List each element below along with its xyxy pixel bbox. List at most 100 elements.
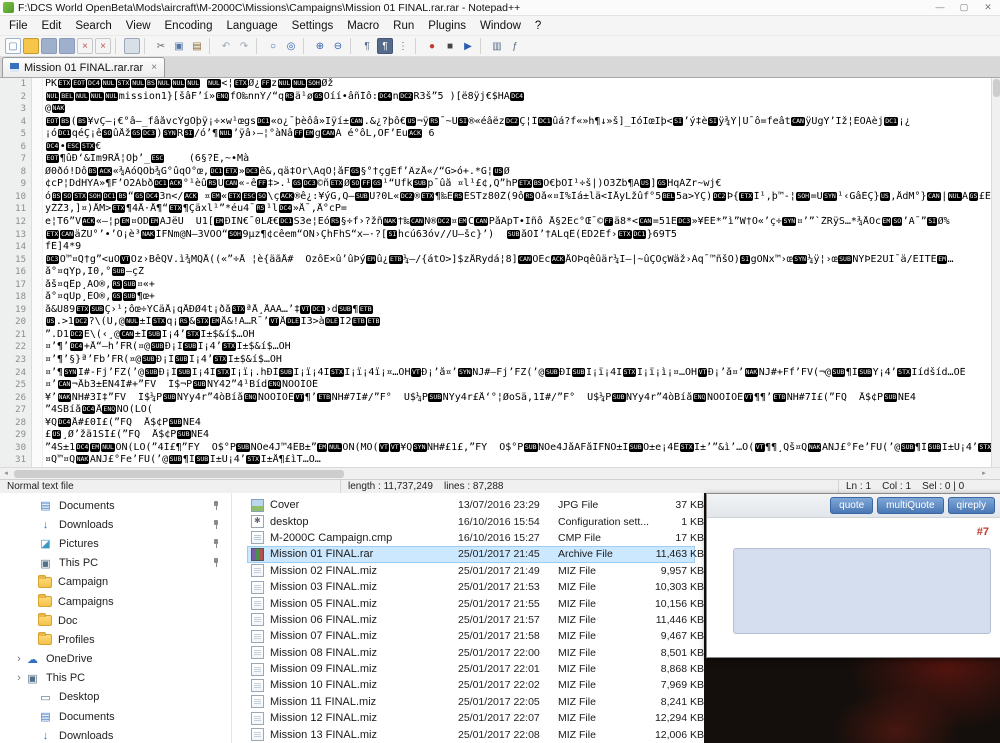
find-button[interactable]: ○ <box>265 38 281 54</box>
document-map-button[interactable]: ▥ <box>489 38 505 54</box>
sidebar-item-this-pc[interactable]: › ▣ This PC <box>0 669 231 688</box>
sidebar-item-doc[interactable]: Doc <box>0 611 231 630</box>
file-row-cover[interactable]: Cover 13/07/2016 23:29 JPG File 37 KB <box>247 497 704 513</box>
control-char-dc1: DC1 <box>884 116 898 126</box>
control-char-us: US <box>45 317 56 327</box>
file-row-mission-09-final-miz[interactable]: Mission 09 FINAL.miz 25/01/2017 22:01 MIZ … <box>247 661 704 677</box>
indent-guide-button[interactable]: ⋮ <box>395 38 411 54</box>
file-row-mission-11-final-miz[interactable]: Mission 11 FINAL.miz 25/01/2017 22:05 MIZ … <box>247 694 704 710</box>
close-window-button[interactable]: ✕ <box>976 0 1000 15</box>
open-folder-button[interactable] <box>23 38 39 54</box>
sidebar-item-profiles[interactable]: Profiles <box>0 630 231 649</box>
control-char-dc1: DC1 <box>102 191 117 201</box>
zoom-in-button[interactable]: ⊕ <box>312 38 328 54</box>
control-char-dc1: DC1 <box>209 166 224 176</box>
sidebar-item-documents[interactable]: ▤ Documents <box>0 496 231 515</box>
control-char-rs: RS <box>111 279 122 289</box>
sidebar-item-desktop[interactable]: ▭ Desktop <box>0 688 231 707</box>
save-button[interactable] <box>41 38 57 54</box>
window-title: F:\DCS World OpenBeta\Mods\aircraft\M-20… <box>18 1 521 14</box>
file-row-mission-07-final-miz[interactable]: Mission 07 FINAL.miz 25/01/2017 21:58 MIZ … <box>247 628 704 644</box>
copy-button[interactable]: ▣ <box>171 38 187 54</box>
menu-encoding[interactable]: Encoding <box>158 17 220 35</box>
sidebar-item-downloads[interactable]: ↓ Downloads <box>0 726 231 743</box>
minimize-button[interactable]: — <box>928 0 952 15</box>
replace-button[interactable]: ◎ <box>283 38 299 54</box>
editor-lines[interactable]: 1 PK ETX EOT DC4 NUL STX NUL BS NUL NUL NUL NUL <¦ ET… <box>0 78 991 467</box>
qireply-button[interactable]: qireply <box>947 497 995 514</box>
menu-window[interactable]: Window <box>473 17 528 35</box>
file-row-mission-12-final-miz[interactable]: Mission 12 FINAL.miz 25/01/2017 22:07 MIZ … <box>247 710 704 726</box>
vertical-scrollbar-thumb[interactable] <box>993 79 1000 97</box>
quote-button[interactable]: quote <box>830 497 874 514</box>
chevron-icon[interactable]: › <box>13 653 25 665</box>
menu-language[interactable]: Language <box>219 17 284 35</box>
tab-mission-01-final[interactable]: Mission 01 FINAL.rar.rar × <box>2 57 166 77</box>
close-all-button[interactable]: × <box>95 38 111 54</box>
control-char-nul: NUL <box>101 79 116 88</box>
sidebar-item-documents[interactable]: ▤ Documents <box>0 707 231 726</box>
control-char-stx: STX <box>186 329 200 339</box>
sidebar-item-label: Downloads <box>59 729 114 742</box>
file-row-m-2000c-campaign-cmp[interactable]: M-2000C Campaign.cmp 16/10/2016 15:27 CMP … <box>247 530 704 546</box>
control-char-vt: VT <box>697 367 708 377</box>
control-char-dc2: DC2 <box>436 217 451 227</box>
control-char-us: US <box>406 116 417 126</box>
close-tab-icon[interactable]: × <box>151 62 157 73</box>
menu-run[interactable]: Run <box>386 17 421 35</box>
menu-search[interactable]: Search <box>68 17 118 35</box>
control-char-stx: STX <box>81 141 95 151</box>
file-row-mission-13-final-miz[interactable]: Mission 13 FINAL.miz 25/01/2017 22:08 MIZ … <box>247 726 704 742</box>
file-row-mission-01-final-rar[interactable]: Mission 01 FINAL.rar 25/01/2017 21:45 Arch… <box>247 546 704 563</box>
show-all-characters-button[interactable]: ¶ <box>377 38 393 54</box>
line-number: 29 <box>0 429 32 442</box>
menu-settings[interactable]: Settings <box>285 17 341 35</box>
control-char-dle: DLE <box>286 317 301 327</box>
function-list-button[interactable]: ƒ <box>507 38 523 54</box>
fold-margin <box>32 291 43 304</box>
file-row-mission-03-final-miz[interactable]: Mission 03 FINAL.miz 25/01/2017 21:53 MIZ … <box>247 579 704 595</box>
zoom-out-button[interactable]: ⊖ <box>330 38 346 54</box>
file-row-mission-06-final-miz[interactable]: Mission 06 FINAL.miz 25/01/2017 21:57 MIZ … <box>247 612 704 628</box>
file-row-mission-10-final-miz[interactable]: Mission 10 FINAL.miz 25/01/2017 22:02 MIZ … <box>247 677 704 693</box>
file-row-mission-05-final-miz[interactable]: Mission 05 FINAL.miz 25/01/2017 21:55 MIZ … <box>247 595 704 611</box>
file-row-mission-08-final-miz[interactable]: Mission 08 FINAL.miz 25/01/2017 22:00 MIZ … <box>247 645 704 661</box>
close-file-button[interactable]: × <box>77 38 93 54</box>
sidebar-item-pictures[interactable]: ◪ Pictures <box>0 534 231 553</box>
file-row-desktop[interactable]: desktop 16/10/2016 15:54 Configuration set… <box>247 513 704 529</box>
menu-macro[interactable]: Macro <box>340 17 386 35</box>
stop-macro-button[interactable]: ■ <box>442 38 458 54</box>
sidebar-item-campaign[interactable]: Campaign <box>0 573 231 592</box>
control-char-dc3: DC3 <box>142 129 156 139</box>
fold-margin <box>32 78 43 91</box>
save-all-button[interactable] <box>59 38 75 54</box>
redo-button[interactable]: ↷ <box>236 38 252 54</box>
sidebar-item-onedrive[interactable]: › ☁ OneDrive <box>0 650 231 669</box>
line-number: 21 <box>0 328 32 342</box>
paste-button[interactable]: ▤ <box>189 38 205 54</box>
print-button[interactable] <box>124 38 140 54</box>
vertical-scrollbar[interactable] <box>991 78 1000 467</box>
maximize-button[interactable]: ▢ <box>952 0 976 15</box>
file-row-mission-02-final-miz[interactable]: Mission 02 FINAL.miz 25/01/2017 21:49 MIZ … <box>247 563 704 579</box>
menu-plugins[interactable]: Plugins <box>421 17 473 35</box>
sidebar-item-campaigns[interactable]: Campaigns <box>0 592 231 611</box>
play-macro-button[interactable]: ▶ <box>460 38 476 54</box>
menu-file[interactable]: File <box>2 17 35 35</box>
horizontal-scrollbar[interactable]: ◂ ▸ <box>0 467 1000 479</box>
control-char-dc1: DC1 <box>57 129 72 139</box>
cut-button[interactable]: ✂ <box>153 38 169 54</box>
sidebar-item-this-pc[interactable]: ▣ This PC <box>0 554 231 573</box>
multiquote-button[interactable]: multiQuote <box>877 497 944 514</box>
new-file-button[interactable]: ▢ <box>5 38 21 54</box>
menu-help[interactable]: ? <box>528 17 548 35</box>
record-macro-button[interactable]: ● <box>424 38 440 54</box>
sidebar-item-downloads[interactable]: ↓ Downloads <box>0 515 231 534</box>
word-wrap-button[interactable]: ¶ <box>359 38 375 54</box>
menu-view[interactable]: View <box>119 17 158 35</box>
chevron-icon[interactable]: › <box>13 672 25 684</box>
horizontal-scrollbar-thumb[interactable] <box>14 470 344 478</box>
menu-edit[interactable]: Edit <box>35 17 69 35</box>
control-char-etb: ETB <box>772 392 787 402</box>
undo-button[interactable]: ↶ <box>218 38 234 54</box>
